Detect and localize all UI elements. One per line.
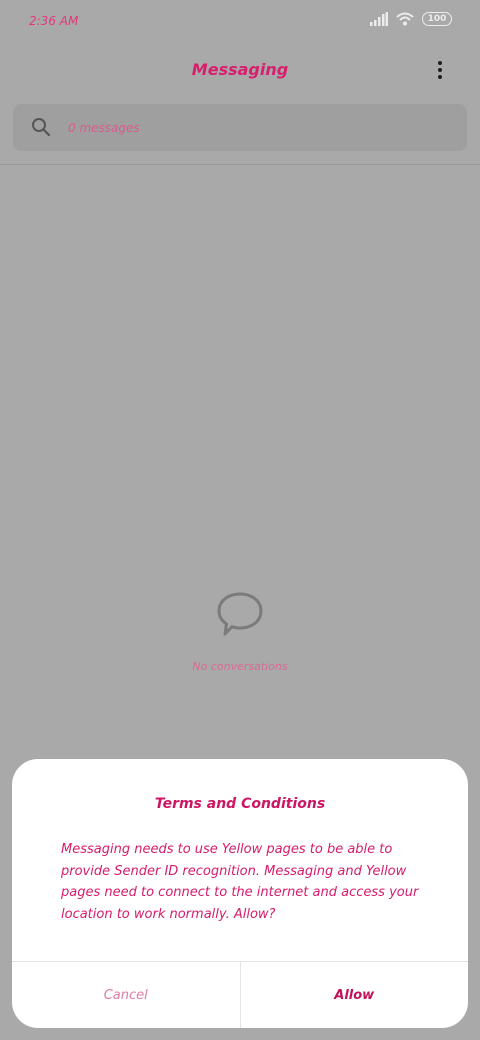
divider [0, 164, 480, 165]
dialog-actions: Cancel Allow [12, 961, 468, 1028]
dialog-title: Terms and Conditions [154, 796, 326, 812]
search-icon [32, 118, 51, 137]
status-icons: 100 [370, 12, 452, 26]
wifi-icon [396, 12, 414, 26]
dialog-message: Messaging needs to use Yellow pages to b… [61, 842, 419, 922]
search-input[interactable]: 0 messages [13, 104, 467, 151]
more-dot-icon [438, 61, 442, 65]
battery-icon: 100 [422, 12, 452, 26]
allow-button[interactable]: Allow [241, 962, 469, 1028]
page-title: Messaging [191, 60, 289, 79]
more-dot-icon [438, 75, 442, 79]
app-bar: Messaging [0, 48, 480, 96]
more-options-button[interactable] [428, 58, 452, 84]
empty-state: No conversations [0, 590, 480, 673]
status-time: 2:36 AM [29, 14, 79, 28]
battery-level: 100 [427, 14, 447, 24]
signal-icon [370, 12, 388, 26]
search-placeholder: 0 messages [68, 121, 140, 135]
status-bar: 2:36 AM 100 [0, 0, 480, 44]
chat-bubble-icon [217, 592, 263, 636]
cancel-button[interactable]: Cancel [12, 962, 241, 1028]
empty-state-text: No conversations [192, 660, 288, 673]
more-dot-icon [438, 68, 442, 72]
terms-dialog: Terms and Conditions Messaging needs to … [12, 759, 468, 1028]
